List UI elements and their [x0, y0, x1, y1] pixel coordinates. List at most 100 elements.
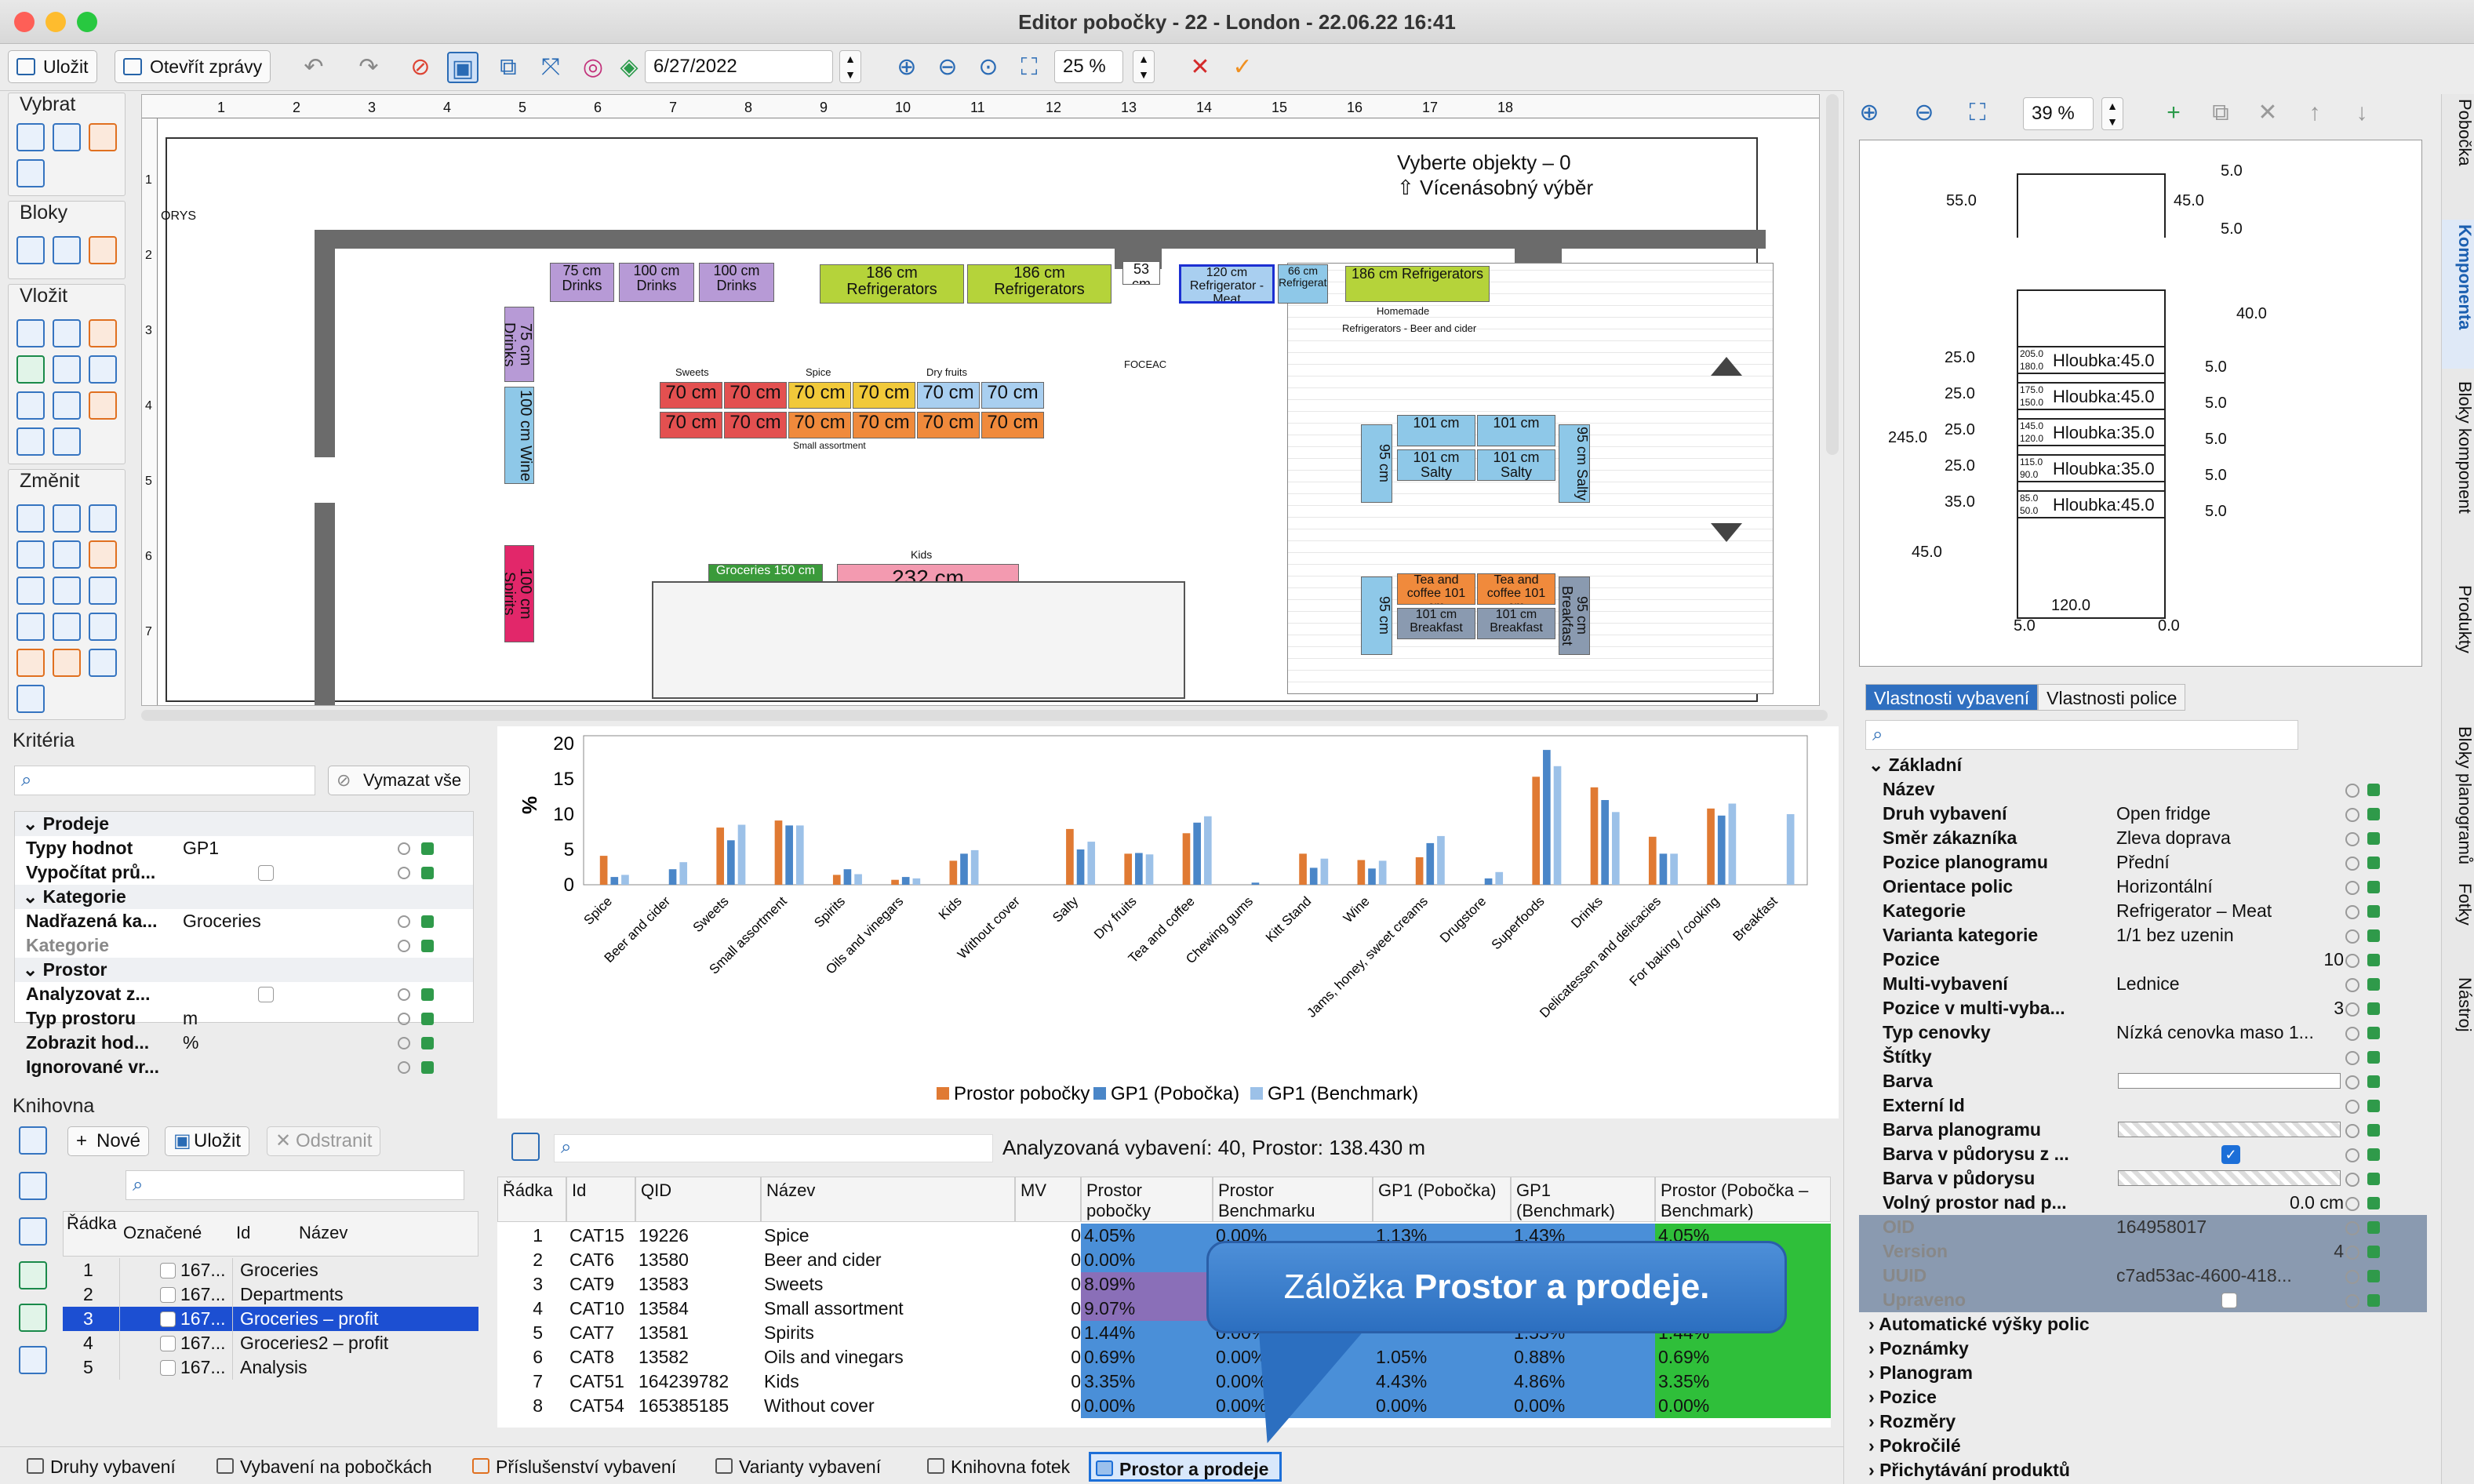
insert-dimension-icon[interactable] — [16, 391, 45, 420]
apply-icon[interactable] — [2367, 1075, 2380, 1088]
csv-icon[interactable] — [19, 1346, 47, 1374]
reset-icon[interactable] — [398, 915, 410, 928]
fixture-tea-2[interactable]: Tea and coffee 101 cm — [1477, 573, 1555, 605]
reset-icon[interactable] — [2345, 1124, 2359, 1138]
table-header[interactable]: Název — [761, 1177, 1015, 1222]
move-icon[interactable] — [16, 504, 45, 533]
delete-button[interactable]: ✕ Odstranit — [267, 1126, 381, 1156]
reset-icon[interactable] — [2345, 784, 2359, 798]
insert-wall-icon[interactable] — [89, 319, 117, 347]
criteria-row[interactable]: ⌄ Kategorie — [15, 885, 473, 909]
align-grid-icon[interactable] — [53, 540, 81, 569]
fixture-spirits[interactable]: 100 cm Spirits — [504, 545, 534, 642]
date-field[interactable]: 6/27/2022 — [645, 50, 833, 83]
table-row[interactable]: 6 CAT8 13582 Oils and vinegars 0 0.69% 0.00% 1.… — [497, 1345, 1831, 1369]
resize-icon[interactable] — [16, 685, 45, 713]
layers-select-icon[interactable] — [89, 123, 117, 151]
apply-icon[interactable] — [2367, 1124, 2380, 1137]
marked-checkbox[interactable] — [160, 1311, 176, 1327]
criteria-row[interactable]: Typ prostoru m — [15, 1006, 473, 1031]
insert-tablet-icon[interactable] — [89, 355, 117, 384]
criteria-row[interactable]: Nadřazená ka... Groceries — [15, 909, 473, 933]
apply-icon[interactable] — [2367, 784, 2380, 796]
reset-icon[interactable] — [2345, 832, 2359, 846]
apply-icon[interactable] — [421, 940, 434, 952]
align-top-icon[interactable] — [16, 613, 45, 641]
reset-icon[interactable] — [2345, 1002, 2359, 1017]
insert-angle-icon[interactable] — [89, 391, 117, 420]
library-row[interactable]: 4 167... Groceries2 – profit — [63, 1331, 478, 1355]
fixture-baking-1[interactable]: 101 cm — [1397, 415, 1475, 446]
preview-shelf[interactable]: 175.0 150.0 Hloubka:45.0 — [2017, 382, 2166, 410]
property-row[interactable]: Barva v půdorysu — [1859, 1166, 2427, 1191]
block-icon[interactable] — [16, 236, 45, 264]
criteria-checkbox[interactable] — [258, 987, 274, 1002]
apply-icon[interactable] — [2367, 1221, 2380, 1234]
mirror-icon[interactable] — [89, 540, 117, 569]
table-settings-icon[interactable] — [511, 1133, 540, 1161]
criteria-search-input[interactable]: ⌕ — [14, 766, 315, 795]
property-value[interactable]: 0.0 cm — [2116, 1191, 2344, 1215]
tab-equipment-properties[interactable]: Vlastnosti vybavení — [1865, 684, 2039, 711]
library-search-input[interactable]: ⌕ — [126, 1170, 464, 1200]
criteria-checkbox[interactable] — [258, 865, 274, 881]
preview-zoom-field[interactable]: 39 % — [2023, 97, 2094, 130]
table-row[interactable]: 7 CAT51 164239782 Kids 0 3.35% 0.00% 4.43% 4.86%… — [497, 1369, 1831, 1394]
fixture-sweets-2[interactable]: 70 cm — [724, 382, 787, 409]
props-section-collapsed[interactable]: › Rozměry — [1859, 1409, 2427, 1434]
reset-icon[interactable] — [398, 940, 410, 952]
fixture-sweets-4[interactable]: 70 cm — [724, 412, 787, 438]
reset-icon[interactable] — [398, 1013, 410, 1025]
fixture-95-salty[interactable]: 95 cm Salty — [1559, 424, 1590, 503]
criteria-value[interactable]: m — [183, 1006, 198, 1031]
lasso-icon[interactable] — [16, 159, 45, 187]
property-row[interactable]: Pozice v multi-vyba... 3 — [1859, 996, 2427, 1020]
table-header[interactable]: GP1 (Benchmark) — [1511, 1177, 1655, 1222]
close-window-button[interactable] — [14, 12, 35, 32]
library-row[interactable]: 1 167... Groceries — [63, 1258, 478, 1282]
validate-icon[interactable]: ✓ — [1227, 52, 1258, 83]
reset-icon[interactable] — [2345, 1051, 2359, 1065]
apply-icon[interactable] — [2367, 1246, 2380, 1258]
criteria-row[interactable]: Vypočítat prů... — [15, 860, 473, 885]
move-down-icon[interactable]: ↓ — [2346, 97, 2378, 129]
preview-shelf[interactable]: 205.0 180.0 Hloubka:45.0 — [2017, 346, 2166, 374]
marked-checkbox[interactable] — [160, 1263, 176, 1278]
redo-icon[interactable]: ↷ — [353, 52, 384, 83]
preview-fit-icon[interactable]: ⛶ — [1962, 97, 1993, 129]
add-shelf-icon[interactable]: + — [2158, 97, 2189, 129]
reset-icon[interactable] — [2345, 1075, 2359, 1089]
property-row[interactable]: Volný prostor nad p... 0.0 cm — [1859, 1191, 2427, 1215]
tab-space-and-sales[interactable]: Prostor a prodeje — [1089, 1452, 1282, 1482]
table-header[interactable]: Prostor (Pobočka – Benchmark) — [1655, 1177, 1831, 1222]
criteria-row[interactable]: ⌄ Prodeje — [15, 812, 473, 836]
fixture-95-lower[interactable]: 95 cm — [1361, 577, 1392, 655]
apply-icon[interactable] — [421, 915, 434, 928]
apply-icon[interactable] — [2367, 1270, 2380, 1282]
grid-toggle-icon[interactable]: ▣ — [447, 52, 478, 83]
canvas-vertical-scrollbar[interactable] — [1826, 94, 1839, 455]
measure-icon[interactable]: ⊘ — [405, 52, 436, 83]
insert-fridge-icon[interactable] — [53, 319, 81, 347]
zoom-fit-icon[interactable]: ⊙ — [973, 52, 1004, 83]
maximize-window-button[interactable] — [77, 12, 97, 32]
fixture-refrigerators-1[interactable]: 186 cm Refrigerators — [820, 264, 964, 304]
fixture-refrigerators-2[interactable]: 186 cm Refrigerators — [967, 264, 1111, 304]
apply-icon[interactable] — [421, 1013, 434, 1025]
fixture-small-4[interactable]: 70 cm — [981, 412, 1044, 438]
reset-icon[interactable] — [398, 842, 410, 855]
criteria-row[interactable]: Zobrazit hod...% — [15, 1031, 473, 1055]
property-row[interactable]: Multi-vybavení Lednice — [1859, 972, 2427, 996]
side-tab[interactable]: Bloky planogramů — [2442, 722, 2474, 871]
reset-icon[interactable] — [2345, 978, 2359, 992]
align-vertical-icon[interactable] — [53, 577, 81, 605]
fixture-spice-1[interactable]: 70 cm — [788, 382, 851, 409]
fixture-wine[interactable]: 100 cm Wine — [504, 387, 534, 484]
floorplan-canvas[interactable]: 1 2 3 4 5 6 7 8 9 10 11 12 13 14 15 16 17 18 1234567 ORYS… — [141, 94, 1820, 706]
criteria-row[interactable]: Typy hodnot GP1 — [15, 836, 473, 860]
connect-nodes-icon[interactable] — [53, 504, 81, 533]
apply-icon[interactable] — [2367, 1173, 2380, 1185]
apply-icon[interactable] — [2367, 978, 2380, 991]
layers-icon[interactable]: ◈ — [613, 52, 645, 83]
property-value[interactable]: 3 — [2116, 996, 2344, 1020]
